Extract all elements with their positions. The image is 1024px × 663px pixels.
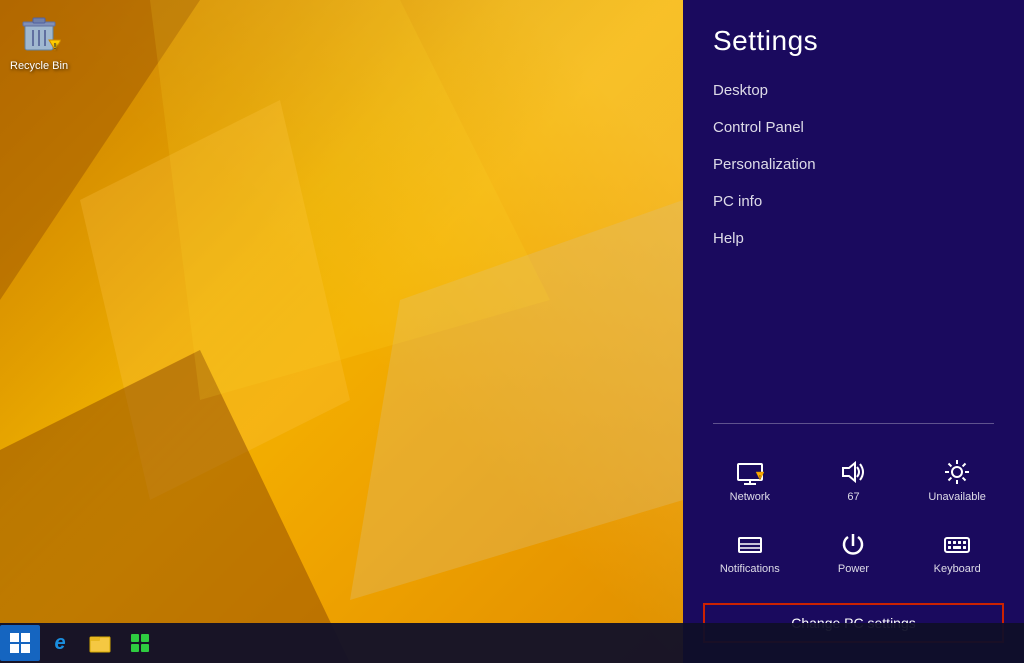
store-button[interactable] — [120, 625, 160, 661]
keyboard-icon — [942, 529, 972, 559]
ie-button[interactable]: e — [40, 625, 80, 661]
menu-item-pc-info[interactable]: PC info — [713, 183, 994, 220]
file-explorer-icon — [89, 632, 111, 654]
quick-access-grid: ! Network 67 — [683, 439, 1024, 593]
brightness-label: Unavailable — [928, 491, 985, 503]
windows-logo-icon — [9, 632, 31, 654]
notifications-label: Notifications — [720, 563, 780, 575]
menu-item-control-panel[interactable]: Control Panel — [713, 109, 994, 146]
desktop-geometry — [0, 0, 683, 663]
network-label: Network — [730, 491, 770, 503]
volume-icon — [838, 457, 868, 487]
taskbar: e — [0, 623, 683, 663]
quick-item-notifications[interactable]: Notifications — [703, 521, 797, 583]
power-label: Power — [838, 563, 869, 575]
file-explorer-button[interactable] — [80, 625, 120, 661]
start-button[interactable] — [0, 625, 40, 661]
settings-title: Settings — [683, 0, 1024, 72]
network-icon: ! — [735, 457, 765, 487]
menu-item-help[interactable]: Help — [713, 220, 994, 257]
brightness-icon — [942, 457, 972, 487]
settings-divider — [713, 423, 994, 424]
menu-item-personalization[interactable]: Personalization — [713, 146, 994, 183]
quick-item-keyboard[interactable]: Keyboard — [910, 521, 1004, 583]
settings-menu: Desktop Control Panel Personalization PC… — [683, 72, 1024, 408]
store-icon — [129, 632, 151, 654]
quick-item-power[interactable]: Power — [807, 521, 901, 583]
quick-item-brightness[interactable]: Unavailable — [910, 449, 1004, 511]
recycle-bin-label: Recycle Bin — [10, 60, 68, 72]
menu-item-desktop[interactable]: Desktop — [713, 72, 994, 109]
svg-text:!: ! — [54, 42, 57, 51]
volume-label: 67 — [847, 491, 859, 503]
recycle-bin-graphic: ! — [15, 10, 63, 58]
keyboard-label: Keyboard — [934, 563, 981, 575]
quick-item-network[interactable]: ! Network — [703, 449, 797, 511]
recycle-bin-icon[interactable]: ! Recycle Bin — [10, 10, 68, 72]
settings-panel: Settings Desktop Control Panel Personali… — [683, 0, 1024, 663]
notifications-icon — [735, 529, 765, 559]
quick-item-volume[interactable]: 67 — [807, 449, 901, 511]
power-icon — [838, 529, 868, 559]
settings-taskbar-area — [683, 623, 1024, 663]
